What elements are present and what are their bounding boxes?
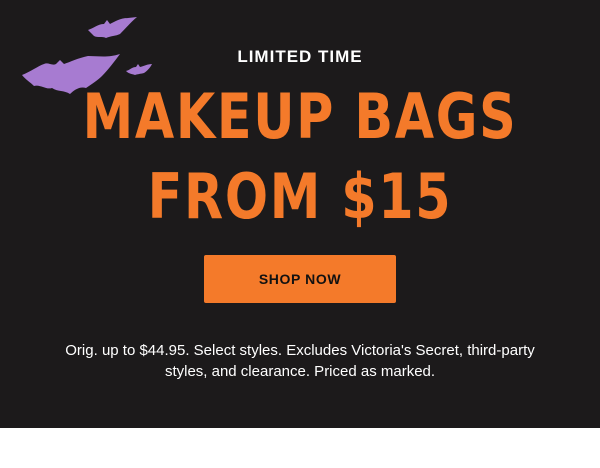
headline-line-2: FROM $15 xyxy=(147,160,453,233)
shop-now-button[interactable]: SHOP NOW xyxy=(204,255,396,303)
disclaimer-line-1: Orig. up to $44.95. Select styles. Exclu… xyxy=(65,342,535,359)
eyebrow-text: LIMITED TIME xyxy=(237,47,363,66)
bat-icon xyxy=(88,17,137,38)
headline-line-1: MAKEUP BAGS xyxy=(82,80,518,153)
disclaimer-line-2: styles, and clearance. Priced as marked. xyxy=(164,363,436,380)
disclaimer: Orig. up to $44.95. Select styles. Exclu… xyxy=(40,340,560,382)
promo-banner: LIMITED TIME MAKEUP BAGS FROM $15 SHOP N… xyxy=(0,0,600,428)
